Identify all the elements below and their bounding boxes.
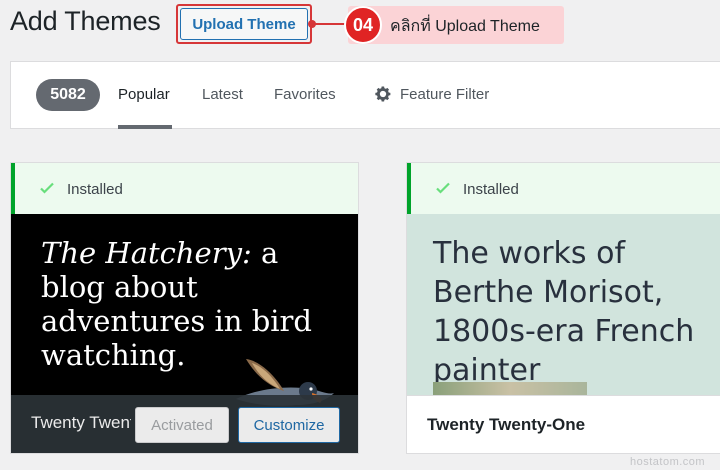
instruction-text: คลิกที่ Upload Theme bbox=[390, 18, 540, 35]
activated-button: Activated bbox=[135, 407, 229, 443]
theme-name: Twenty Twenty-One bbox=[427, 415, 586, 434]
watermark: hostatom.com bbox=[630, 456, 706, 468]
check-icon bbox=[436, 182, 450, 194]
painting-thumbnail bbox=[433, 382, 587, 395]
theme-screenshot[interactable]: The Hatchery: a blog about adventures in… bbox=[11, 214, 358, 453]
theme-screenshot[interactable]: The works of Berthe Morisot, 1800s-era F… bbox=[407, 214, 720, 395]
gear-icon[interactable] bbox=[374, 85, 392, 103]
tab-latest[interactable]: Latest bbox=[202, 86, 243, 103]
active-tab-indicator bbox=[118, 125, 172, 129]
tab-favorites[interactable]: Favorites bbox=[274, 86, 336, 103]
installed-banner: Installed bbox=[11, 163, 358, 214]
theme-count-badge: 5082 bbox=[36, 79, 100, 111]
tab-popular[interactable]: Popular bbox=[118, 86, 170, 103]
tab-feature-filter[interactable]: Feature Filter bbox=[400, 86, 489, 103]
installed-label: Installed bbox=[67, 181, 123, 198]
installed-label: Installed bbox=[463, 181, 519, 198]
step-badge: 04 bbox=[344, 6, 382, 44]
check-icon bbox=[40, 182, 54, 194]
theme-name: Twenty Twenty-Two bbox=[31, 413, 131, 432]
installed-banner: Installed bbox=[407, 163, 720, 214]
preview-text: The works of Berthe Morisot, 1800s-era F… bbox=[433, 236, 695, 388]
customize-button[interactable]: Customize bbox=[238, 407, 340, 443]
preview-text-italic: The Hatchery: bbox=[41, 236, 252, 270]
upload-theme-button[interactable]: Upload Theme bbox=[180, 8, 308, 40]
theme-name-bar: Twenty Twenty-One bbox=[407, 395, 720, 453]
filter-bar bbox=[10, 61, 720, 129]
theme-card[interactable]: Installed The Hatchery: a blog about adv… bbox=[10, 162, 359, 454]
theme-actions-bar: Twenty Twenty-Two Activated Customize bbox=[11, 395, 358, 453]
theme-card[interactable]: Installed The works of Berthe Morisot, 1… bbox=[406, 162, 720, 454]
page-title: Add Themes bbox=[10, 6, 161, 36]
